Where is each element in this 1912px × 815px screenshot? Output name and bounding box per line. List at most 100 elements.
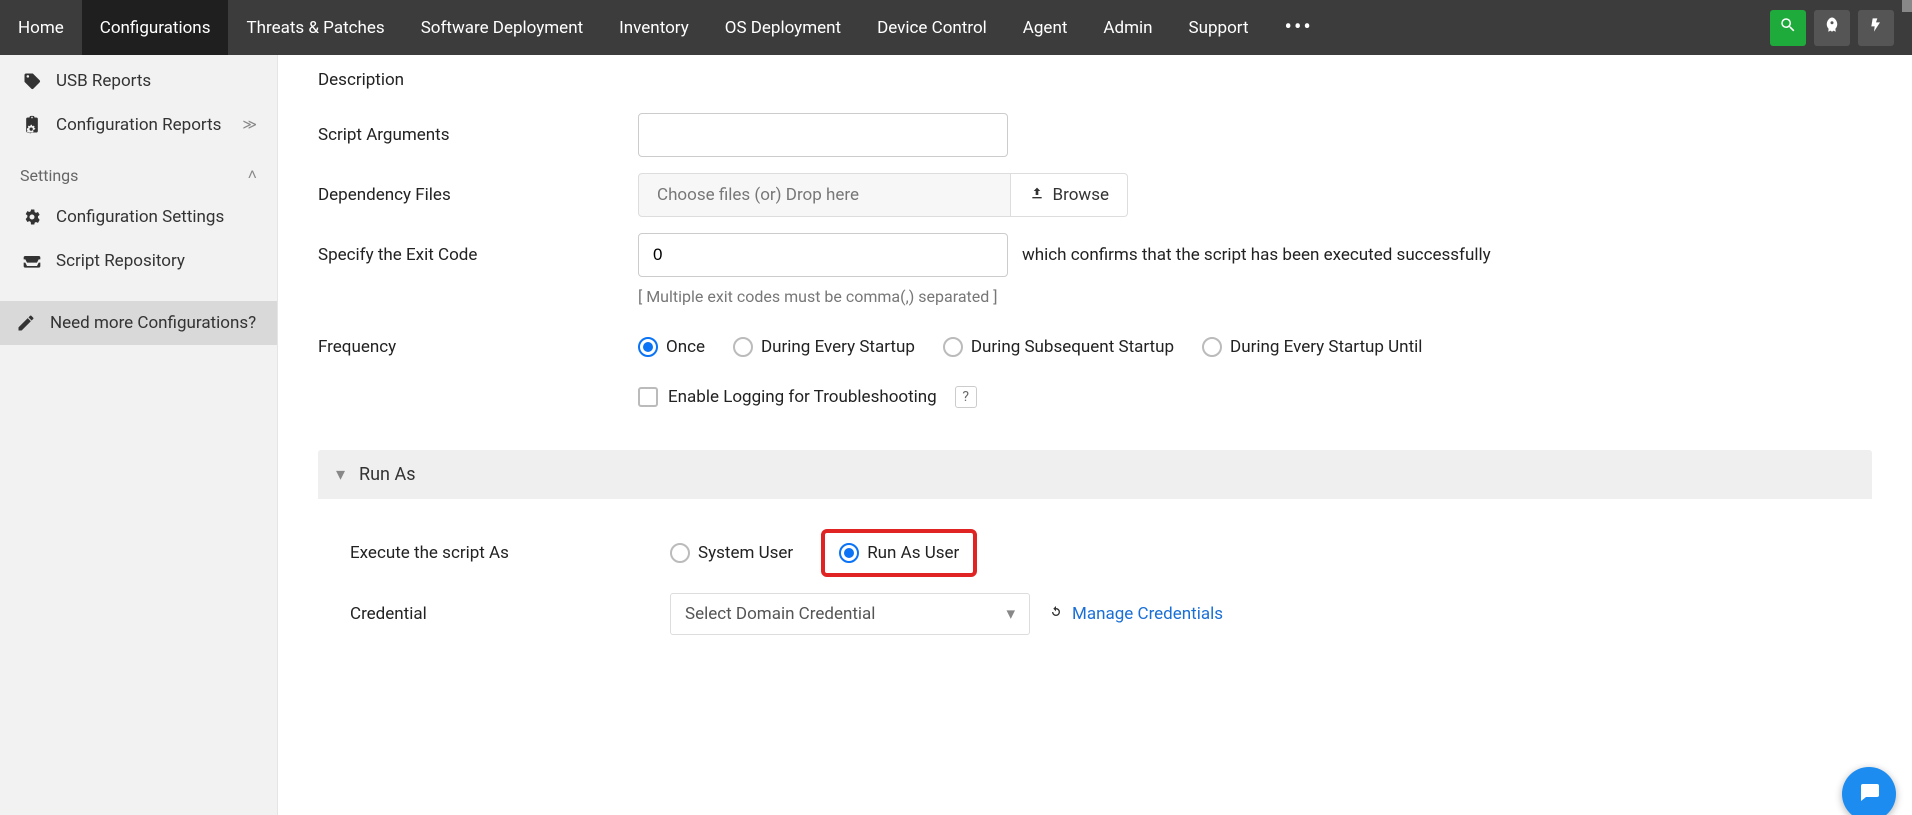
- search-icon: [1779, 16, 1797, 39]
- topbar-spacer: [1331, 0, 1770, 55]
- sidebar-item-label: Configuration Settings: [56, 207, 224, 227]
- tag-icon: [20, 71, 44, 91]
- nav-home[interactable]: Home: [0, 0, 82, 55]
- row-dependency-files: Dependency Files Choose files (or) Drop …: [318, 165, 1912, 225]
- input-exit-code[interactable]: [638, 233, 1008, 277]
- nav-configurations[interactable]: Configurations: [82, 0, 229, 55]
- nav-os-deployment[interactable]: OS Deployment: [707, 0, 859, 55]
- sidebar-item-config-reports[interactable]: Configuration Reports ≫: [0, 103, 277, 147]
- quick-action-button[interactable]: [1858, 10, 1894, 46]
- browse-button[interactable]: Browse: [1011, 173, 1128, 217]
- nav-threats-patches[interactable]: Threats & Patches: [228, 0, 402, 55]
- radio-icon: [733, 337, 753, 357]
- row-credential: Credential Select Domain Credential ▾ Ma…: [350, 585, 1840, 643]
- label-description: Description: [318, 70, 638, 90]
- chat-widget[interactable]: [1842, 767, 1896, 815]
- row-script-arguments: Script Arguments: [318, 105, 1912, 165]
- exit-code-after-text: which confirms that the script has been …: [1022, 245, 1491, 265]
- chevron-down-icon: ▾: [1006, 604, 1015, 624]
- sidebar-item-label: Configuration Reports: [56, 115, 221, 135]
- topbar-actions: [1770, 0, 1912, 55]
- checkbox-label: Enable Logging for Troubleshooting: [668, 387, 937, 407]
- search-button[interactable]: [1770, 10, 1806, 46]
- clipboard-gear-icon: [20, 115, 44, 135]
- radio-icon: [839, 543, 859, 563]
- checkbox-icon: [638, 387, 658, 407]
- sidebar-item-label: USB Reports: [56, 71, 151, 91]
- pen-icon: [14, 313, 38, 333]
- top-nav-items: Home Configurations Threats & Patches So…: [0, 0, 1331, 55]
- nav-agent[interactable]: Agent: [1005, 0, 1086, 55]
- select-placeholder: Select Domain Credential: [685, 604, 875, 624]
- label-execute-as: Execute the script As: [350, 543, 670, 563]
- gear-icon: [20, 207, 44, 227]
- radio-label: System User: [698, 543, 793, 563]
- top-navbar: Home Configurations Threats & Patches So…: [0, 0, 1912, 55]
- select-credential[interactable]: Select Domain Credential ▾: [670, 593, 1030, 635]
- radio-subsequent-startup[interactable]: During Subsequent Startup: [943, 337, 1174, 357]
- upload-icon: [1029, 185, 1045, 206]
- frequency-radio-group: Once During Every Startup During Subsequ…: [638, 337, 1422, 357]
- label-script-arguments: Script Arguments: [318, 125, 638, 145]
- radio-label: Once: [666, 337, 705, 357]
- radio-icon: [1202, 337, 1222, 357]
- refresh-icon: [1048, 604, 1064, 625]
- tray-icon: [20, 251, 44, 271]
- sidebar-item-config-settings[interactable]: Configuration Settings: [0, 195, 277, 239]
- radio-every-startup-until[interactable]: During Every Startup Until: [1202, 337, 1422, 357]
- sidebar-item-label: Need more Configurations?: [50, 313, 256, 333]
- chat-icon: [1857, 780, 1881, 808]
- radio-label: During Every Startup: [761, 337, 915, 357]
- row-exit-code: Specify the Exit Code which confirms tha…: [318, 225, 1912, 277]
- execute-as-radio-group: System User Run As User: [670, 529, 977, 577]
- label-credential: Credential: [350, 604, 670, 624]
- nav-inventory[interactable]: Inventory: [601, 0, 707, 55]
- radio-run-as-user[interactable]: Run As User: [839, 543, 959, 563]
- radio-icon: [943, 337, 963, 357]
- input-script-arguments[interactable]: [638, 113, 1008, 157]
- highlight-box: Run As User: [821, 529, 977, 577]
- radio-icon: [638, 337, 658, 357]
- nav-admin[interactable]: Admin: [1085, 0, 1170, 55]
- radio-every-startup[interactable]: During Every Startup: [733, 337, 915, 357]
- row-description: Description: [318, 55, 1912, 105]
- main-content: Description Script Arguments Dependency …: [278, 55, 1912, 815]
- nav-more-menu[interactable]: •••: [1267, 0, 1331, 55]
- link-manage-credentials[interactable]: Manage Credentials: [1048, 604, 1223, 625]
- browse-label: Browse: [1053, 185, 1109, 205]
- rocket-icon: [1823, 16, 1841, 39]
- scrollbar-stub[interactable]: [1902, 0, 1912, 12]
- checkbox-enable-logging[interactable]: Enable Logging for Troubleshooting: [638, 387, 937, 407]
- sidebar-section-settings[interactable]: Settings ˄: [0, 147, 277, 195]
- chevron-up-icon: ˄: [248, 165, 257, 185]
- panel-run-as-header[interactable]: ▾ Run As: [318, 450, 1872, 499]
- radio-label: During Every Startup Until: [1230, 337, 1422, 357]
- chevron-right-icon: ≫: [242, 117, 257, 133]
- dependency-files-dropzone[interactable]: Choose files (or) Drop here: [638, 173, 1011, 217]
- exit-code-hint: [ Multiple exit codes must be comma(,) s…: [638, 287, 1912, 306]
- help-icon[interactable]: ?: [955, 386, 977, 408]
- row-frequency: Frequency Once During Every Startup Duri…: [318, 322, 1912, 372]
- row-enable-logging: Enable Logging for Troubleshooting ?: [318, 372, 1912, 422]
- radio-label: Run As User: [867, 543, 959, 563]
- radio-once[interactable]: Once: [638, 337, 705, 357]
- sidebar-need-more-configs[interactable]: Need more Configurations?: [0, 301, 277, 345]
- nav-device-control[interactable]: Device Control: [859, 0, 1005, 55]
- sidebar-item-usb-reports[interactable]: USB Reports: [0, 59, 277, 103]
- nav-support[interactable]: Support: [1171, 0, 1267, 55]
- sidebar-item-script-repo[interactable]: Script Repository: [0, 239, 277, 283]
- nav-software-deployment[interactable]: Software Deployment: [403, 0, 601, 55]
- radio-icon: [670, 543, 690, 563]
- caret-down-icon: ▾: [336, 464, 345, 485]
- row-execute-as: Execute the script As System User Run As…: [350, 521, 1840, 585]
- rocket-button[interactable]: [1814, 10, 1850, 46]
- label-dependency-files: Dependency Files: [318, 185, 638, 205]
- sidebar-item-label: Script Repository: [56, 251, 185, 271]
- radio-system-user[interactable]: System User: [670, 543, 793, 563]
- sidebar-section-label: Settings: [20, 166, 78, 185]
- label-exit-code: Specify the Exit Code: [318, 245, 638, 265]
- radio-label: During Subsequent Startup: [971, 337, 1174, 357]
- link-label: Manage Credentials: [1072, 604, 1223, 624]
- label-frequency: Frequency: [318, 337, 638, 357]
- panel-title: Run As: [359, 464, 415, 485]
